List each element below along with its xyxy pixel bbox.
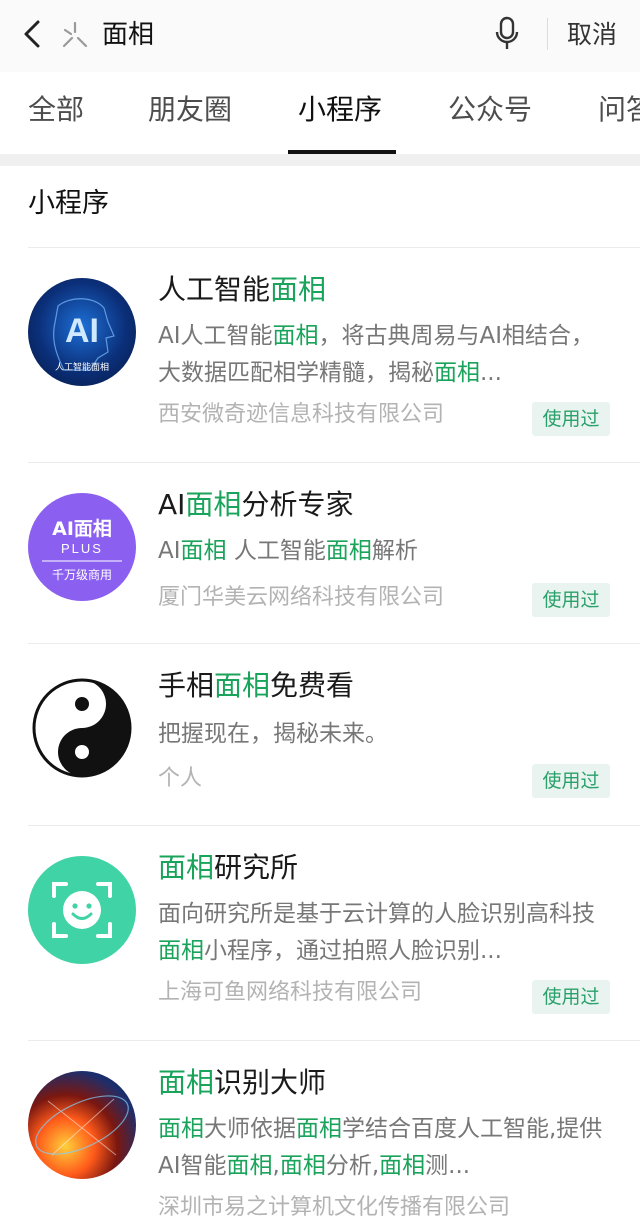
highlighted-keyword: 面相 bbox=[272, 323, 319, 349]
result-item[interactable]: AI 人工智能面相 人工智能面相 AI人工智能面相，将古典周易与AI相结合，大数… bbox=[0, 248, 640, 462]
result-item[interactable]: AI面相 PLUS 千万级商用 AI面相分析专家 AI面相 人工智能面相解析 厦… bbox=[0, 463, 640, 643]
result-title: AI面相分析专家 bbox=[158, 488, 354, 521]
highlighted-keyword: 面相 bbox=[434, 360, 480, 386]
tab-all[interactable]: 全部 bbox=[28, 90, 84, 130]
tab-qa[interactable]: 问答 bbox=[598, 90, 640, 130]
svg-text:人工智能面相: 人工智能面相 bbox=[55, 361, 109, 373]
highlighted-keyword: 面相 bbox=[226, 1153, 273, 1179]
divider bbox=[547, 18, 548, 50]
svg-text:PLUS: PLUS bbox=[61, 541, 103, 556]
category-tabs: 全部 朋友圈 小程序 公众号 问答 bbox=[0, 72, 640, 154]
sparkle-icon bbox=[62, 21, 88, 48]
result-item[interactable]: 面相识别大师 面相大师依据面相学结合百度人工智能,提供AI智能面相,面相分析,面… bbox=[0, 1041, 640, 1232]
section-gap bbox=[0, 154, 640, 166]
highlighted-keyword: 面相 bbox=[270, 273, 327, 306]
tab-official-accounts[interactable]: 公众号 bbox=[448, 90, 532, 130]
highlighted-keyword: 面相 bbox=[325, 538, 372, 564]
search-bar: 面相 取消 bbox=[0, 0, 640, 72]
used-badge: 使用过 bbox=[532, 980, 610, 1014]
used-badge: 使用过 bbox=[532, 583, 610, 617]
tab-mini-programs[interactable]: 小程序 bbox=[298, 90, 382, 130]
used-badge: 使用过 bbox=[532, 402, 610, 436]
smiley-scan-icon bbox=[28, 856, 136, 964]
result-item[interactable]: 面相研究所 面向研究所是基于云计算的人脸识别高科技面相小程序，通过拍照人脸识别.… bbox=[0, 826, 640, 1040]
highlighted-keyword: 面相 bbox=[158, 938, 204, 964]
yin-yang-icon bbox=[28, 674, 136, 782]
ai-face-icon: AI 人工智能面相 bbox=[28, 278, 136, 386]
result-description: 面相大师依据面相学结合百度人工智能,提供AI智能面相,面相分析,面相测... bbox=[158, 1116, 603, 1179]
highlighted-keyword: 面相 bbox=[379, 1153, 426, 1179]
used-badge: 使用过 bbox=[532, 764, 610, 798]
ai-plus-icon: AI面相 PLUS 千万级商用 bbox=[28, 493, 136, 601]
result-developer: 西安微奇迹信息科技有限公司 bbox=[158, 402, 445, 427]
result-title: 面相识别大师 bbox=[158, 1066, 327, 1099]
highlighted-keyword: 面相 bbox=[279, 1153, 326, 1179]
tab-moments[interactable]: 朋友圈 bbox=[148, 90, 232, 130]
result-developer: 深圳市易之计算机文化传播有限公司 bbox=[158, 1195, 511, 1220]
result-title: 人工智能面相 bbox=[158, 273, 327, 306]
svg-text:AI面相: AI面相 bbox=[52, 518, 112, 540]
result-developer: 个人 bbox=[158, 766, 203, 791]
result-description: 把握现在，揭秘未来。 bbox=[158, 721, 388, 747]
highlighted-keyword: 面相 bbox=[158, 851, 215, 884]
svg-text:AI: AI bbox=[65, 312, 99, 350]
result-title: 手相面相免费看 bbox=[158, 669, 355, 702]
highlighted-keyword: 面相 bbox=[185, 488, 242, 521]
highlighted-keyword: 面相 bbox=[180, 538, 227, 564]
highlighted-keyword: 面相 bbox=[158, 1066, 215, 1099]
svg-text:千万级商用: 千万级商用 bbox=[52, 567, 112, 582]
highlighted-keyword: 面相 bbox=[158, 1116, 204, 1142]
result-description: AI面相 人工智能面相解析 bbox=[158, 538, 418, 564]
section-title: 小程序 bbox=[28, 188, 109, 219]
search-input[interactable]: 面相 bbox=[102, 16, 154, 54]
microphone-icon[interactable] bbox=[494, 16, 520, 52]
result-item[interactable]: 手相面相免费看 把握现在，揭秘未来。 个人 使用过 bbox=[0, 644, 640, 825]
back-arrow-icon[interactable] bbox=[18, 18, 48, 50]
result-developer: 厦门华美云网络科技有限公司 bbox=[158, 585, 445, 610]
highlighted-keyword: 面相 bbox=[214, 669, 271, 702]
result-description: 面向研究所是基于云计算的人脸识别高科技面相小程序，通过拍照人脸识别... bbox=[158, 901, 595, 964]
cancel-button[interactable]: 取消 bbox=[567, 16, 617, 54]
highlighted-keyword: 面相 bbox=[296, 1116, 342, 1142]
fire-globe-icon bbox=[28, 1071, 136, 1179]
result-developer: 上海可鱼网络科技有限公司 bbox=[158, 980, 423, 1005]
result-description: AI人工智能面相，将古典周易与AI相结合，大数据匹配相学精髓，揭秘面相... bbox=[158, 323, 595, 386]
result-title: 面相研究所 bbox=[158, 851, 299, 884]
